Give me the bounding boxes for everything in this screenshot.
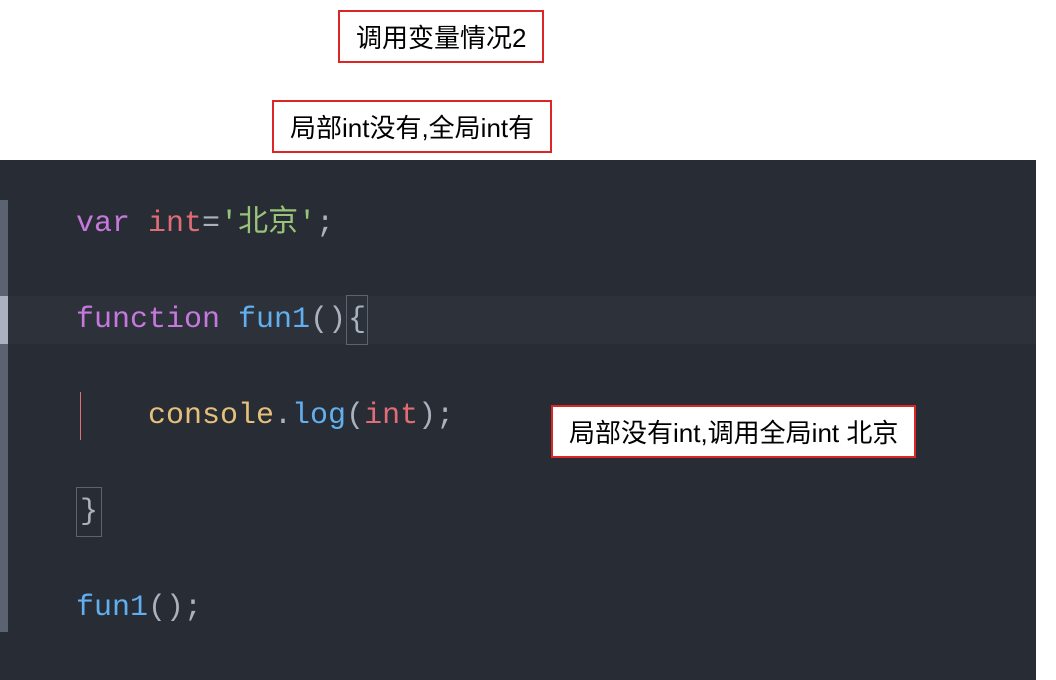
annotation-title: 调用变量情况2 xyxy=(338,10,544,63)
gutter-inactive xyxy=(0,344,8,392)
code-line-active: function fun1 () { xyxy=(0,296,1036,344)
gutter-inactive xyxy=(0,440,8,488)
brace-match: } xyxy=(76,487,102,537)
parentheses: () xyxy=(310,296,346,344)
gutter-inactive xyxy=(0,392,8,440)
code-line-blank xyxy=(0,344,1036,392)
gutter-inactive xyxy=(0,248,8,296)
keyword-function: function xyxy=(76,296,220,344)
keyword-var: var xyxy=(76,200,130,248)
identifier: int xyxy=(364,392,418,440)
function-name: fun1 xyxy=(238,296,310,344)
dot-operator: . xyxy=(274,392,292,440)
method-log: log xyxy=(292,392,346,440)
operator: = xyxy=(202,200,220,248)
paren-open: ( xyxy=(346,392,364,440)
code-line: var int = '北京' ; xyxy=(0,200,1036,248)
object-console: console xyxy=(148,392,274,440)
string-literal: '北京' xyxy=(220,200,316,248)
code-line: fun1 (); xyxy=(0,584,1036,632)
annotation-inline: 局部没有int,调用全局int 北京 xyxy=(551,405,916,458)
function-call: fun1 xyxy=(76,584,148,632)
identifier: int xyxy=(148,200,202,248)
indent-guide-icon xyxy=(80,392,81,440)
gutter-inactive xyxy=(0,200,8,248)
gutter-inactive xyxy=(0,488,8,536)
parentheses: (); xyxy=(148,584,202,632)
code-line-blank xyxy=(0,536,1036,584)
gutter-inactive xyxy=(0,584,8,632)
code-line-blank xyxy=(0,248,1036,296)
gutter-active xyxy=(0,296,8,344)
paren-close: ); xyxy=(418,392,454,440)
gutter-inactive xyxy=(0,536,8,584)
code-line: } xyxy=(0,488,1036,536)
semicolon: ; xyxy=(316,200,334,248)
annotation-subtitle: 局部int没有,全局int有 xyxy=(272,100,552,153)
brace-match: { xyxy=(346,295,368,345)
